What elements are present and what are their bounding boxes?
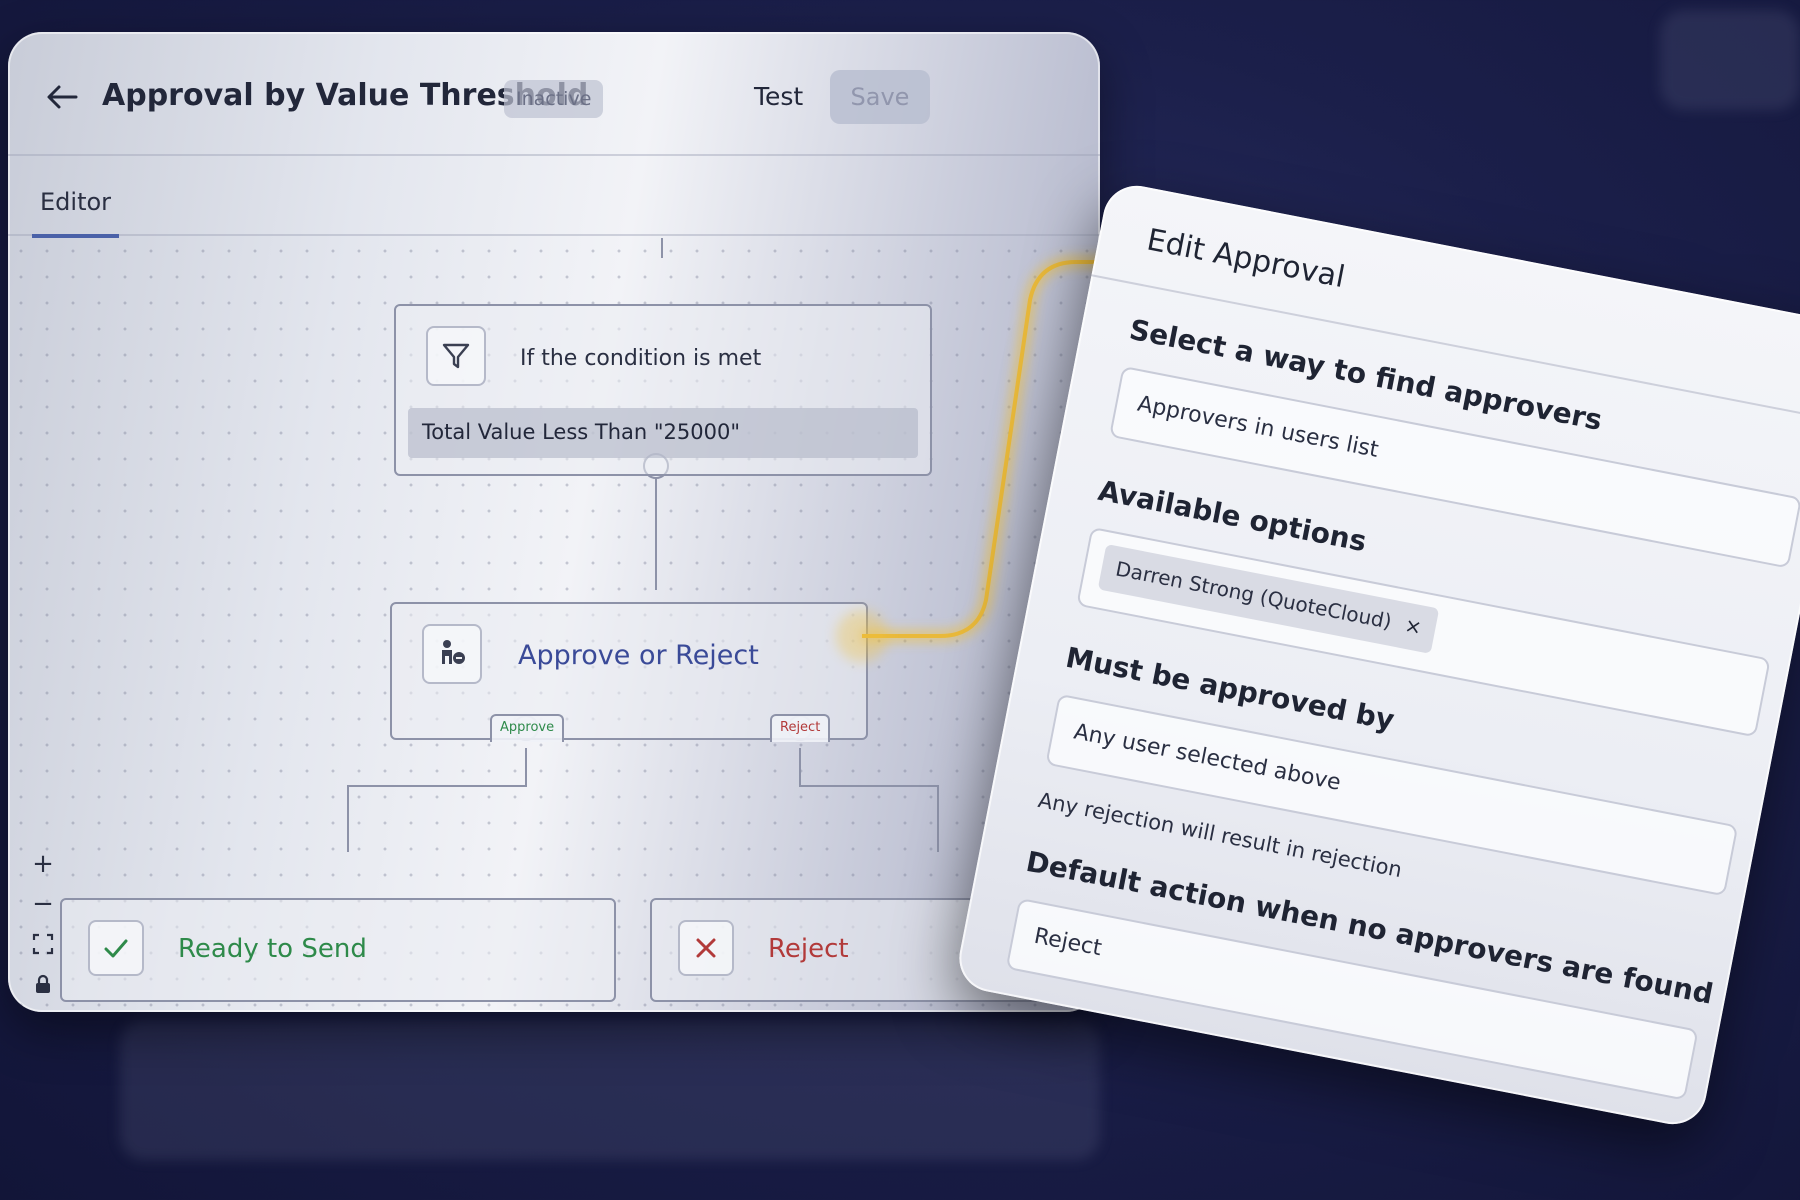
filter-icon — [442, 343, 470, 369]
reject-branch-tag: Reject — [770, 714, 831, 742]
condition-value: Total Value Less Than "25000" — [408, 408, 918, 458]
approve-branch-tag: Approve — [490, 714, 565, 742]
close-x-icon — [696, 938, 716, 958]
back-arrow-icon[interactable] — [44, 82, 80, 112]
approval-node[interactable]: Approve or Reject Approve Reject — [390, 602, 868, 742]
zoom-out-button[interactable]: − — [22, 884, 64, 924]
ready-icon-box — [88, 920, 144, 976]
reject-node-label: Reject — [768, 934, 849, 964]
reject-icon-box — [678, 920, 734, 976]
condition-node[interactable]: If the condition is met Total Value Less… — [394, 304, 932, 476]
editor-header: Approval by Value Threshold Inactive Tes… — [8, 32, 1100, 156]
ready-to-send-node[interactable]: Ready to Send — [60, 898, 616, 1002]
panel-title: Edit Approval — [1143, 222, 1348, 296]
tab-editor[interactable]: Editor — [32, 188, 120, 238]
fit-view-icon[interactable] — [22, 924, 64, 964]
approval-label: Approve or Reject — [518, 640, 759, 671]
checkmark-icon — [104, 939, 128, 958]
workflow-editor-window: Approval by Value Threshold Inactive Tes… — [8, 32, 1100, 1012]
chip-remove-icon[interactable]: × — [1403, 613, 1424, 640]
status-badge: Inactive — [504, 80, 604, 118]
background-ghost-card-right — [1660, 10, 1800, 110]
zoom-controls: + − — [22, 844, 64, 1004]
approver-person-icon — [442, 640, 465, 664]
flow-canvas[interactable]: If the condition is met Total Value Less… — [8, 238, 1100, 1012]
selected-approver-name: Darren Strong (QuoteCloud) — [1113, 556, 1394, 634]
condition-label: If the condition is met — [520, 346, 762, 371]
selected-approver-chip: Darren Strong (QuoteCloud) × — [1097, 544, 1440, 654]
test-button[interactable]: Test — [754, 82, 803, 111]
ready-to-send-label: Ready to Send — [178, 934, 367, 964]
condition-icon-box — [426, 326, 486, 386]
available-options-field[interactable]: Darren Strong (QuoteCloud) × — [1076, 526, 1771, 738]
lock-icon[interactable] — [22, 964, 64, 1004]
background-ghost-card — [120, 1020, 1100, 1160]
tab-bar: Editor — [8, 156, 1100, 238]
zoom-in-button[interactable]: + — [22, 844, 64, 884]
approval-icon-box — [422, 624, 482, 684]
save-button[interactable]: Save — [830, 70, 930, 124]
